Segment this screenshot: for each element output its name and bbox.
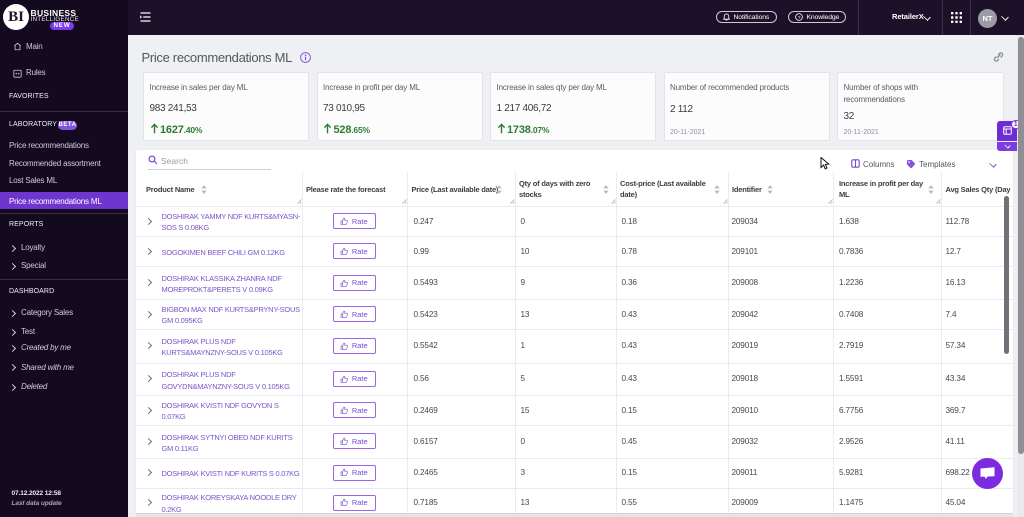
svg-text:?: ? <box>798 15 801 21</box>
